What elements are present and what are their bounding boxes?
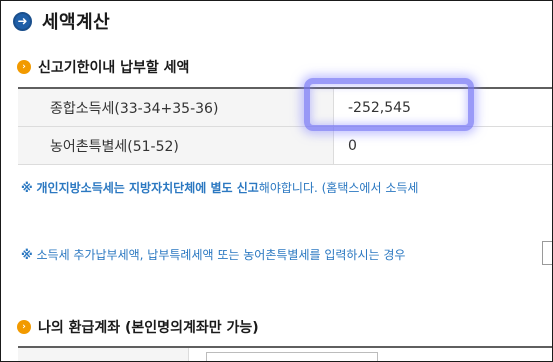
tax-due-section-title: 신고기한이내 납부할 세액 <box>38 60 190 76</box>
orange-bullet-icon: › <box>17 60 31 74</box>
local-tax-notice-text: 해야합니다. (홈택스에서 소득세 <box>258 181 419 195</box>
orange-bullet-icon: › <box>17 320 31 334</box>
arrow-right-circle-icon: ➜ <box>13 11 32 31</box>
income-tax-value: -252,545 <box>348 99 411 116</box>
account-label-cell <box>18 348 189 361</box>
tax-due-table: 종합소득세(33-34+35-36) -252,545 농어촌특별세(51-52… <box>18 87 552 165</box>
local-tax-notice: ※ 개인지방소득세는 지방자치단체에 별도 신고해야합니다. (홈택스에서 소득… <box>21 179 418 196</box>
refund-account-section-header: › 나의 환급계좌 (본인명의계좌만 가능) <box>17 317 259 337</box>
rural-special-tax-value: 0 <box>348 137 357 154</box>
refund-account-section-title: 나의 환급계좌 (본인명의계좌만 가능) <box>38 320 259 336</box>
table-row: 종합소득세(33-34+35-36) -252,545 <box>18 89 552 127</box>
local-tax-notice-emphasis: 개인지방소득세는 지방자치단체에 별도 신고 <box>36 181 259 195</box>
page-header: ➜ 세액계산 <box>13 8 110 34</box>
additional-tax-notice-text: 소득세 추가납부세액, 납부특례세액 또는 농어촌특별세를 입력하시는 경우 <box>36 248 406 262</box>
income-tax-label: 종합소득세(33-34+35-36) <box>18 89 334 126</box>
note-mark: ※ <box>21 248 33 262</box>
additional-tax-notice: ※ 소득세 추가납부세액, 납부특례세액 또는 농어촌특별세를 입력하시는 경우 <box>21 246 405 263</box>
tax-calculation-panel: ➜ 세액계산 › 신고기한이내 납부할 세액 종합소득세(33-34+35-36… <box>0 0 553 362</box>
bank-select[interactable] <box>206 352 378 361</box>
tax-due-section-header: › 신고기한이내 납부할 세액 <box>17 57 189 77</box>
rural-special-tax-label: 농어촌특별세(51-52) <box>18 127 334 164</box>
note-mark: ※ <box>21 181 33 195</box>
refund-account-table <box>18 346 552 361</box>
page-title: 세액계산 <box>42 12 111 33</box>
table-row: 농어촌특별세(51-52) 0 <box>18 127 552 165</box>
horizontal-scroll-handle[interactable] <box>542 241 552 265</box>
